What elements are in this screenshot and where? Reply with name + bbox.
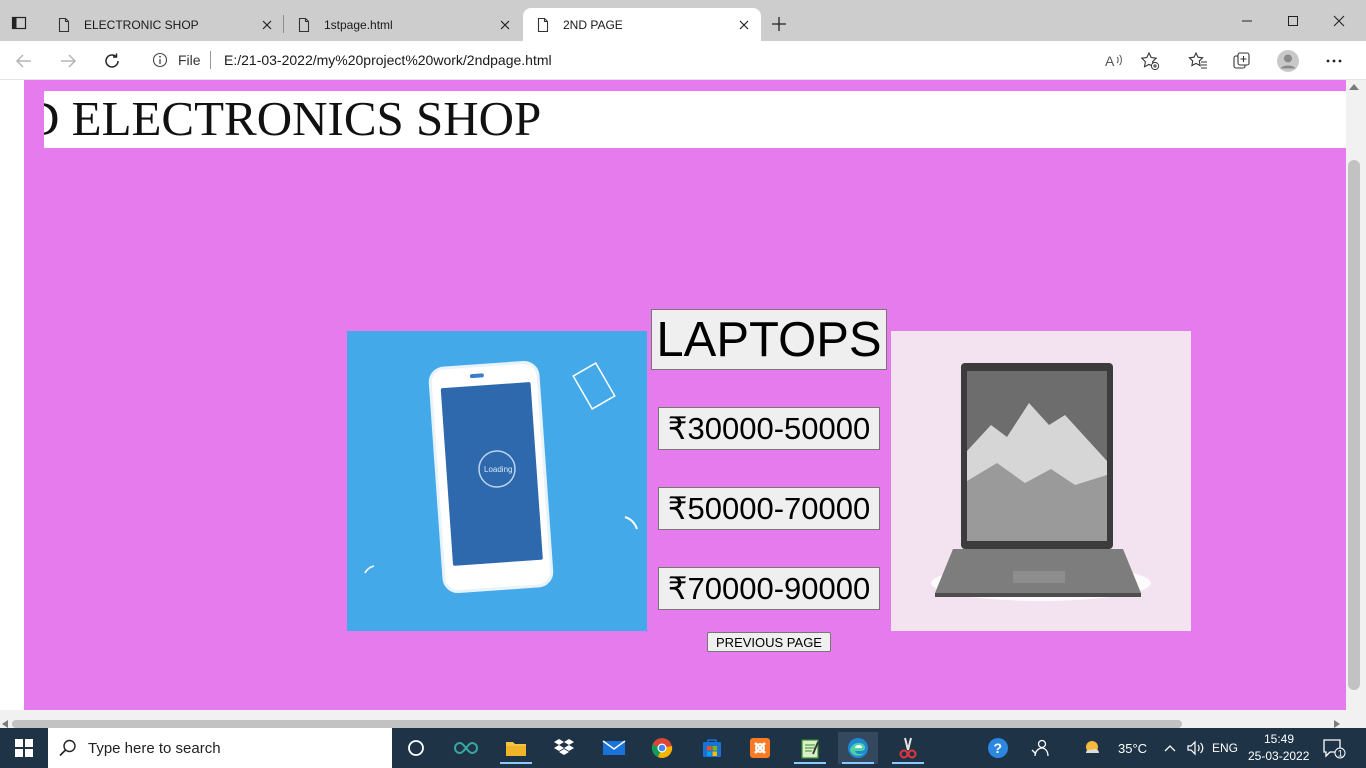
clock-date[interactable]: 25-03-2022 bbox=[1248, 749, 1309, 763]
close-icon[interactable] bbox=[256, 14, 278, 36]
tab-actions-icon[interactable] bbox=[6, 10, 32, 36]
active-indicator bbox=[500, 762, 532, 764]
chrome-icon[interactable] bbox=[642, 732, 682, 764]
search-placeholder: Type here to search bbox=[88, 740, 221, 757]
scroll-left-arrow-icon[interactable] bbox=[2, 720, 8, 728]
active-indicator bbox=[892, 762, 924, 764]
chevron-up-icon[interactable] bbox=[1156, 732, 1184, 764]
search-icon bbox=[58, 738, 78, 763]
price-range-button-2[interactable]: ₹50000-70000 bbox=[658, 487, 880, 530]
tab-title: 2ND PAGE bbox=[563, 17, 623, 32]
marquee-banner: D ELECTRONICS SHOP bbox=[44, 91, 1346, 148]
store-icon[interactable] bbox=[692, 732, 732, 764]
weather-icon[interactable] bbox=[1078, 732, 1108, 764]
vertical-scroll-thumb[interactable] bbox=[1348, 160, 1360, 690]
tab-electronic-shop[interactable]: ELECTRONIC SHOP bbox=[44, 8, 284, 41]
close-icon[interactable] bbox=[494, 14, 516, 36]
cortana-icon[interactable] bbox=[396, 732, 436, 764]
laptops-heading[interactable]: LAPTOPS bbox=[651, 309, 887, 370]
start-icon[interactable] bbox=[4, 732, 44, 764]
svg-text:?: ? bbox=[994, 740, 1003, 756]
file-explorer-icon[interactable] bbox=[496, 732, 536, 764]
horizontal-scroll-thumb[interactable] bbox=[12, 720, 1182, 728]
help-icon[interactable]: ? bbox=[978, 732, 1018, 764]
dropbox-icon[interactable] bbox=[544, 732, 584, 764]
taskbar-search-box[interactable]: Type here to search bbox=[48, 728, 392, 768]
price-range-button-3[interactable]: ₹70000-90000 bbox=[658, 567, 880, 610]
svg-text:1: 1 bbox=[1338, 749, 1343, 759]
scroll-right-arrow-icon[interactable] bbox=[1334, 720, 1340, 728]
more-menu-icon[interactable] bbox=[1320, 47, 1348, 75]
forward-arrow-icon[interactable] bbox=[54, 47, 82, 75]
laptop-image bbox=[891, 331, 1191, 631]
back-arrow-icon[interactable] bbox=[10, 47, 38, 75]
svg-text:Loading: Loading bbox=[484, 465, 512, 474]
page-icon bbox=[296, 17, 312, 33]
maximize-icon[interactable] bbox=[1270, 0, 1316, 41]
active-indicator bbox=[794, 762, 826, 764]
weather-temperature[interactable]: 35°C bbox=[1118, 741, 1147, 756]
price-range-button-1[interactable]: ₹30000-50000 bbox=[658, 407, 880, 450]
windows-taskbar: Type here to search ? 35°C ENG 15:49 25-… bbox=[0, 728, 1366, 768]
volume-icon[interactable] bbox=[1182, 732, 1210, 764]
profile-avatar-icon[interactable] bbox=[1274, 47, 1302, 75]
mail-icon[interactable] bbox=[594, 732, 634, 764]
refresh-icon[interactable] bbox=[98, 47, 126, 75]
collections-icon[interactable] bbox=[1228, 47, 1256, 75]
tab-2nd-page[interactable]: 2ND PAGE bbox=[523, 8, 761, 41]
address-bar[interactable]: File E:/21-03-2022/my%20project%20work/2… bbox=[140, 46, 1170, 75]
window-close-icon[interactable] bbox=[1316, 0, 1362, 41]
browser-tab-bar: ELECTRONIC SHOP 1stpage.html 2ND PAGE bbox=[0, 0, 1366, 41]
phone-image: Loading bbox=[347, 331, 647, 631]
snipping-tool-icon[interactable] bbox=[888, 732, 928, 764]
page-viewport: D ELECTRONICS SHOP Loading LAPTOPS ₹3000… bbox=[0, 80, 1366, 728]
new-tab-plus-icon[interactable] bbox=[766, 11, 792, 37]
tab-title: 1stpage.html bbox=[324, 17, 393, 32]
tab-title: ELECTRONIC SHOP bbox=[84, 17, 199, 32]
notepad-icon[interactable] bbox=[790, 732, 830, 764]
favorites-icon[interactable] bbox=[1184, 47, 1212, 75]
previous-page-button[interactable]: PREVIOUS PAGE bbox=[707, 632, 831, 652]
xampp-icon[interactable] bbox=[740, 732, 780, 764]
marquee-text: D ELECTRONICS SHOP bbox=[44, 91, 542, 146]
info-icon[interactable] bbox=[152, 52, 168, 73]
notification-icon[interactable]: 1 bbox=[1314, 732, 1354, 764]
people-icon[interactable] bbox=[1020, 732, 1060, 764]
scroll-up-arrow-icon[interactable] bbox=[1349, 84, 1359, 90]
url-text[interactable]: E:/21-03-2022/my%20project%20work/2ndpag… bbox=[224, 52, 552, 68]
read-aloud-icon[interactable]: A bbox=[1102, 49, 1126, 73]
page-icon bbox=[56, 17, 72, 33]
arduino-icon[interactable] bbox=[446, 732, 486, 764]
browser-toolbar: File E:/21-03-2022/my%20project%20work/2… bbox=[0, 41, 1366, 80]
active-indicator bbox=[842, 762, 874, 764]
edge-icon[interactable] bbox=[838, 732, 878, 764]
clock-time[interactable]: 15:49 bbox=[1264, 732, 1294, 746]
tab-1stpage[interactable]: 1stpage.html bbox=[284, 8, 522, 41]
close-icon[interactable] bbox=[733, 14, 755, 36]
site-label: File bbox=[178, 52, 201, 68]
language-indicator[interactable]: ENG bbox=[1212, 741, 1238, 755]
svg-text:A: A bbox=[1105, 53, 1115, 69]
add-favorite-icon[interactable] bbox=[1138, 49, 1162, 73]
minimize-icon[interactable] bbox=[1224, 0, 1270, 41]
address-separator bbox=[210, 51, 211, 69]
page-icon bbox=[535, 17, 551, 33]
